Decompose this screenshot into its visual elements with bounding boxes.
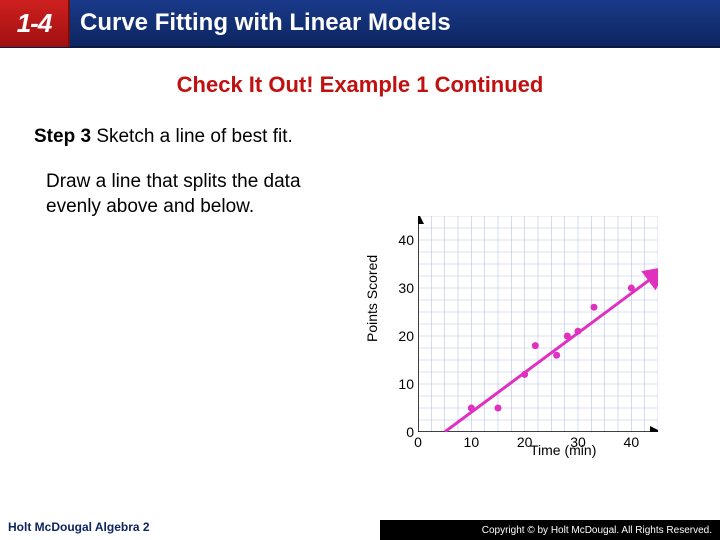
y-tick-label: 30 <box>398 280 414 296</box>
data-point <box>628 285 635 292</box>
y-tick-label: 10 <box>398 376 414 392</box>
x-tick-label: 20 <box>517 434 533 450</box>
x-axis-label: Time (min) <box>530 442 596 458</box>
footer-copyright: Copyright © by Holt McDougal. All Rights… <box>380 520 720 540</box>
x-tick-label: 40 <box>624 434 640 450</box>
y-axis-label: Points Scored <box>364 255 380 342</box>
data-point <box>521 371 528 378</box>
scatter-chart: Points Scored Time (min) 010203040 01020… <box>370 208 690 470</box>
plot-area: 010203040 010203040 <box>418 216 658 432</box>
footer-course: Holt McDougal Algebra 2 <box>8 520 150 534</box>
data-point <box>564 333 571 340</box>
data-point <box>553 352 560 359</box>
x-tick-label: 10 <box>464 434 480 450</box>
example-subtitle: Check It Out! Example 1 Continued <box>0 72 720 98</box>
step-label: Step 3 <box>34 126 91 147</box>
y-tick-label: 40 <box>398 232 414 248</box>
data-point <box>495 405 502 412</box>
lesson-number: 1-4 <box>17 8 52 39</box>
data-point <box>591 304 598 311</box>
x-tick-label: 0 <box>414 434 422 450</box>
header-bar: 1-4 Curve Fitting with Linear Models <box>0 0 720 48</box>
y-tick-label: 20 <box>398 328 414 344</box>
lesson-number-box: 1-4 <box>0 0 70 47</box>
data-point <box>575 328 582 335</box>
step-line: Step 3 Sketch a line of best fit. <box>34 126 720 148</box>
page-title: Curve Fitting with Linear Models <box>80 9 451 37</box>
y-tick-label: 0 <box>406 424 414 440</box>
data-point <box>468 405 475 412</box>
step-text: Sketch a line of best fit. <box>96 126 292 147</box>
instruction-text: Draw a line that splits the data evenly … <box>46 170 326 219</box>
data-point <box>532 342 539 349</box>
chart-svg <box>418 216 658 432</box>
x-tick-label: 30 <box>570 434 586 450</box>
